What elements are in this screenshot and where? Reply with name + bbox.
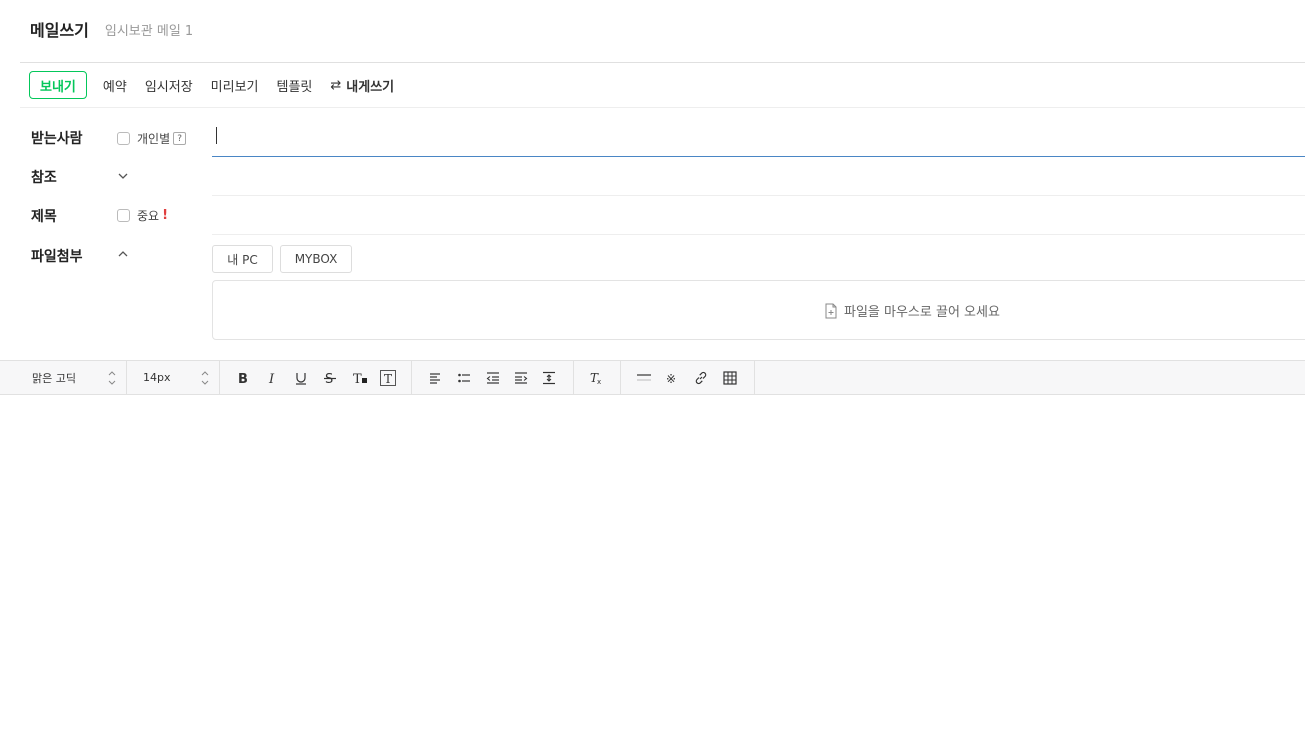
individual-label: 개인별 xyxy=(137,132,171,146)
to-input[interactable] xyxy=(212,120,1305,156)
swap-arrows-icon: ⇄ xyxy=(330,77,342,93)
svg-text:T: T xyxy=(353,372,362,385)
font-size-select[interactable]: 14px xyxy=(143,361,215,394)
toolbar-separator xyxy=(573,361,574,394)
preview-button[interactable]: 미리보기 xyxy=(211,76,259,95)
divider xyxy=(20,62,1305,63)
horizontal-rule-icon[interactable] xyxy=(635,369,653,387)
toolbar-separator xyxy=(411,361,412,394)
self-mail-label: 내게쓰기 xyxy=(346,79,395,95)
file-dropzone[interactable] xyxy=(212,280,1305,340)
font-size-value: 14px xyxy=(143,371,171,384)
svg-text:※: ※ xyxy=(666,372,676,385)
chevron-up-icon[interactable] xyxy=(117,248,129,260)
font-family-value: 맑은 고딕 xyxy=(32,371,76,385)
updown-icon xyxy=(201,371,209,385)
help-icon[interactable]: ? xyxy=(173,132,187,145)
text-background-icon[interactable]: T xyxy=(379,369,397,387)
save-draft-button[interactable]: 임시저장 xyxy=(145,76,193,95)
align-left-icon[interactable] xyxy=(426,369,444,387)
my-pc-button[interactable]: 내 PC xyxy=(212,245,273,273)
send-button[interactable]: 보내기 xyxy=(29,71,87,99)
toolbar-separator xyxy=(219,361,220,394)
individual-option: 개인별 ? xyxy=(117,130,187,147)
header: 메일쓰기 임시보관 메일 1 xyxy=(30,17,193,41)
template-button[interactable]: 템플릿 xyxy=(277,76,313,95)
subject-input[interactable] xyxy=(212,198,1305,232)
dropzone-hint: 파일을 마우스로 끌어 오세요 xyxy=(824,301,1000,320)
editor-toolbar: 맑은 고딕 14px B I S T T T x ※ xyxy=(0,360,1305,395)
subject-underline xyxy=(212,234,1305,235)
chevron-down-icon[interactable] xyxy=(117,170,129,182)
toolbar-separator xyxy=(126,361,127,394)
special-char-icon[interactable]: ※ xyxy=(663,369,681,387)
file-add-icon xyxy=(825,303,837,318)
clear-format-icon[interactable]: Tx xyxy=(587,369,605,387)
important-option: 중요 ! xyxy=(117,207,168,224)
attach-label: 파일첨부 xyxy=(31,249,83,265)
bold-icon[interactable]: B xyxy=(234,369,252,387)
dropzone-text: 파일을 마우스로 끌어 오세요 xyxy=(844,305,1000,320)
self-mail-button[interactable]: ⇄ 내게쓰기 xyxy=(330,76,394,95)
compose-toolbar: 보내기 예약 임시저장 미리보기 템플릿 ⇄ 내게쓰기 xyxy=(29,71,394,99)
text-color-icon[interactable]: T xyxy=(351,369,369,387)
important-checkbox[interactable] xyxy=(117,209,130,222)
updown-icon xyxy=(108,371,116,385)
toolbar-separator xyxy=(620,361,621,394)
indent-icon[interactable] xyxy=(512,369,530,387)
outdent-icon[interactable] xyxy=(484,369,502,387)
svg-text:T: T xyxy=(384,372,392,386)
line-height-icon[interactable] xyxy=(540,369,558,387)
strikethrough-icon[interactable]: S xyxy=(321,369,339,387)
mybox-button[interactable]: MYBOX xyxy=(280,245,352,273)
toolbar-separator xyxy=(754,361,755,394)
important-label: 중요 xyxy=(137,209,160,223)
page-title: 메일쓰기 xyxy=(30,21,89,40)
draft-status-link[interactable]: 임시보관 메일 1 xyxy=(105,20,193,39)
table-icon[interactable] xyxy=(721,369,739,387)
italic-icon[interactable]: I xyxy=(263,369,281,387)
to-label: 받는사람 xyxy=(31,131,83,147)
individual-checkbox[interactable] xyxy=(117,132,130,145)
bullet-list-icon[interactable] xyxy=(455,369,473,387)
to-underline xyxy=(212,156,1305,157)
divider xyxy=(20,107,1305,108)
text-caret xyxy=(216,127,217,144)
svg-text:I: I xyxy=(268,372,275,385)
editor-body[interactable] xyxy=(0,396,1305,748)
exclamation-icon: ! xyxy=(162,208,169,223)
schedule-button[interactable]: 예약 xyxy=(103,76,127,95)
svg-text:B: B xyxy=(238,372,248,385)
underline-icon[interactable] xyxy=(292,369,310,387)
font-family-select[interactable]: 맑은 고딕 xyxy=(32,361,122,394)
cc-underline xyxy=(212,195,1305,196)
cc-label: 참조 xyxy=(31,170,57,186)
link-icon[interactable] xyxy=(692,369,710,387)
subject-label: 제목 xyxy=(31,209,57,225)
svg-text:x: x xyxy=(597,378,601,385)
